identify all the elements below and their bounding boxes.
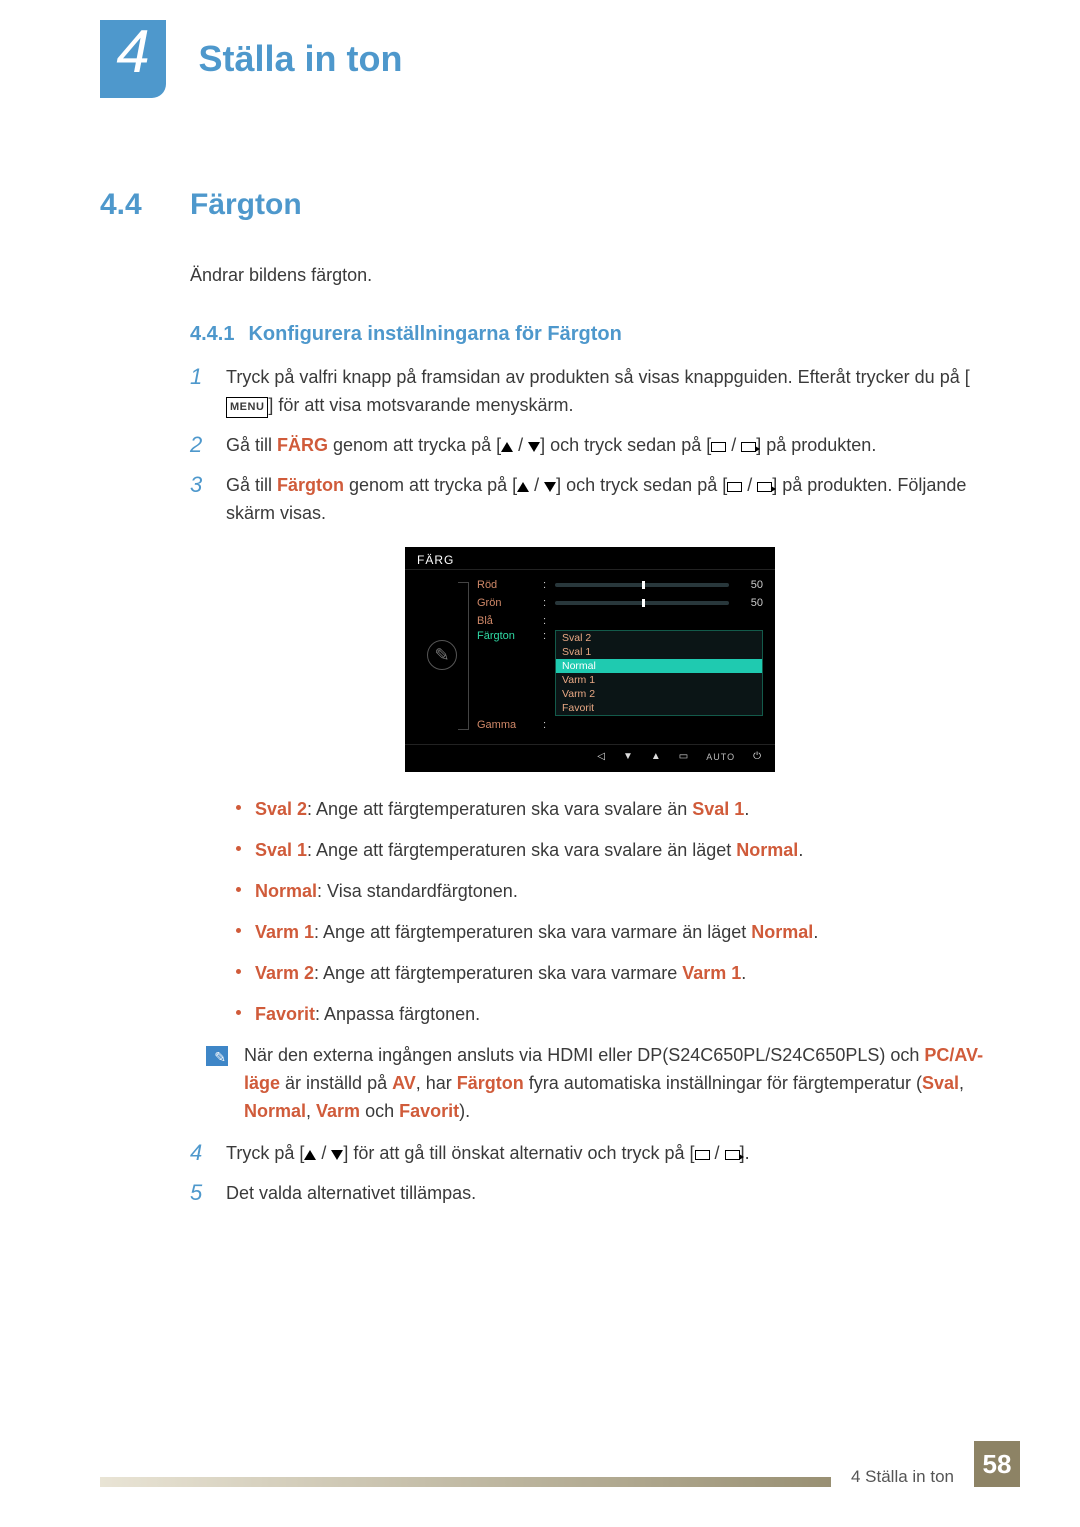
source-icon: ▭ — [679, 751, 688, 762]
step-number: 1 — [190, 364, 204, 420]
source-b-icon — [725, 1150, 740, 1160]
list-item: Sval 1: Ange att färgtemperaturen ska va… — [236, 837, 990, 864]
menu-button-label: MENU — [226, 397, 268, 418]
list-item: Varm 2: Ange att färgtemperaturen ska va… — [236, 960, 990, 987]
osd-dd-item-selected: Normal — [556, 659, 762, 673]
source-b-icon — [741, 442, 756, 452]
step-number: 3 — [190, 472, 204, 528]
osd-dd-item: Varm 1 — [556, 673, 762, 687]
osd-screenshot: FÄRG ✎ Röd : 50 — [405, 547, 775, 772]
list-item: Sval 2: Ange att färgtemperaturen ska va… — [236, 796, 990, 823]
osd-row-gamma: Gamma : — [477, 716, 763, 734]
note-icon: ✎ — [206, 1046, 228, 1066]
section-intro: Ändrar bildens färgton. — [190, 262, 990, 289]
bullet-icon — [236, 969, 241, 974]
source-a-icon — [695, 1150, 710, 1160]
bullet-icon — [236, 887, 241, 892]
up-icon: ▲ — [651, 751, 661, 762]
osd-row-tone: Färgton : Sval 2 Sval 1 Normal Varm 1 Va… — [477, 630, 763, 716]
osd-dd-item: Sval 1 — [556, 645, 762, 659]
source-a-icon — [711, 442, 726, 452]
osd-row-blue: Blå : — [477, 612, 763, 630]
keyword-fargton: Färgton — [277, 475, 344, 495]
osd-row-red: Röd : 50 — [477, 576, 763, 594]
step-2: 2 Gå till FÄRG genom att trycka på [ / ]… — [190, 432, 990, 460]
list-item: Normal: Visa standardfärgtonen. — [236, 878, 990, 905]
step-4: 4 Tryck på [ / ] för att gå till önskat … — [190, 1140, 990, 1168]
page-footer: 4 Ställa in ton 58 — [100, 1441, 1020, 1487]
step1-text-post: ] för att visa motsvarande menyskärm. — [268, 395, 573, 415]
osd-toolbar: ◁ ▼ ▲ ▭ AUTO ⏻ — [405, 744, 775, 764]
step-number: 5 — [190, 1180, 204, 1208]
osd-dd-item: Varm 2 — [556, 687, 762, 701]
subsection-number: 4.4.1 — [190, 323, 234, 346]
bullet-icon — [236, 928, 241, 933]
back-icon: ◁ — [597, 751, 605, 762]
footer-page-number: 58 — [974, 1441, 1020, 1487]
step1-text-pre: Tryck på valfri knapp på framsidan av pr… — [226, 367, 970, 387]
step-5: 5 Det valda alternativet tillämpas. — [190, 1180, 990, 1208]
chapter-header: 4 Ställa in ton — [100, 20, 990, 98]
auto-label: AUTO — [706, 752, 735, 762]
osd-row-green: Grön : 50 — [477, 594, 763, 612]
list-item: Favorit: Anpassa färgtonen. — [236, 1001, 990, 1028]
subsection-heading: 4.4.1 Konfigurera inställningarna för Fä… — [190, 323, 990, 346]
bullet-icon — [236, 846, 241, 851]
power-icon: ⏻ — [753, 751, 761, 762]
palette-icon: ✎ — [427, 640, 457, 670]
step5-text: Det valda alternativet tillämpas. — [226, 1180, 990, 1208]
up-icon — [517, 482, 529, 492]
step-number: 4 — [190, 1140, 204, 1168]
down-icon — [528, 442, 540, 452]
step-3: 3 Gå till Färgton genom att trycka på [ … — [190, 472, 990, 528]
chapter-title: Ställa in ton — [198, 38, 402, 80]
subsection-title: Konfigurera inställningarna för Färgton — [248, 323, 621, 346]
bullet-icon — [236, 1010, 241, 1015]
section-heading: 4.4 Färgton — [100, 188, 990, 222]
down-icon — [544, 482, 556, 492]
section-number: 4.4 — [100, 188, 160, 222]
step-1: 1 Tryck på valfri knapp på framsidan av … — [190, 364, 990, 420]
slider — [555, 583, 729, 587]
note: ✎ När den externa ingången ansluts via H… — [206, 1042, 990, 1126]
osd-dropdown: Sval 2 Sval 1 Normal Varm 1 Varm 2 Favor… — [555, 630, 763, 716]
osd-dd-item: Favorit — [556, 701, 762, 715]
keyword-farg: FÄRG — [277, 435, 328, 455]
list-item: Varm 1: Ange att färgtemperaturen ska va… — [236, 919, 990, 946]
slider — [555, 601, 729, 605]
section-title: Färgton — [190, 188, 302, 222]
osd-title: FÄRG — [405, 547, 775, 569]
chapter-number-badge: 4 — [100, 20, 166, 98]
source-b-icon — [757, 482, 772, 492]
up-icon — [304, 1150, 316, 1160]
osd-dd-item: Sval 2 — [556, 631, 762, 645]
step-number: 2 — [190, 432, 204, 460]
down-icon — [331, 1150, 343, 1160]
up-icon — [501, 442, 513, 452]
down-icon: ▼ — [623, 751, 633, 762]
bullet-icon — [236, 805, 241, 810]
footer-label: 4 Ställa in ton — [851, 1467, 954, 1487]
source-a-icon — [727, 482, 742, 492]
footer-bar — [100, 1477, 831, 1487]
